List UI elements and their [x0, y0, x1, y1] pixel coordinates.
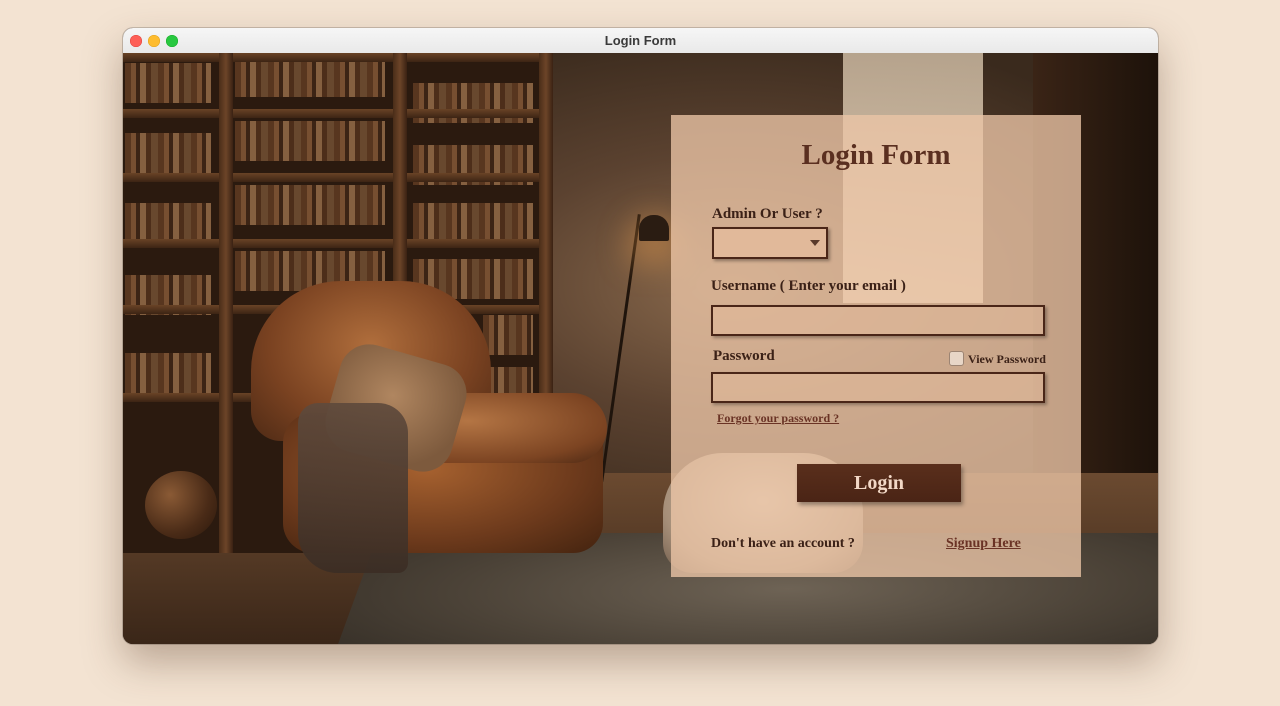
role-dropdown[interactable]	[712, 227, 828, 259]
login-button[interactable]: Login	[797, 464, 961, 502]
signup-link[interactable]: Signup Here	[946, 536, 1021, 552]
window-title: Login Form	[604, 33, 677, 48]
library-background-image: Login Form Admin Or User ? Username ( En…	[123, 53, 1158, 644]
book-row	[235, 121, 385, 161]
username-label: Username ( Enter your email )	[711, 278, 906, 294]
role-label: Admin Or User ?	[712, 206, 823, 222]
shelf-board	[123, 53, 553, 62]
chevron-down-icon	[810, 240, 820, 246]
form-title: Login Form	[801, 139, 951, 171]
password-input[interactable]	[711, 372, 1045, 403]
book-row	[483, 315, 533, 355]
decorative-pot	[145, 471, 217, 539]
book-row	[413, 203, 533, 243]
view-password-label: View Password	[968, 352, 1046, 366]
lamp-shade	[639, 215, 669, 241]
book-row	[125, 63, 211, 103]
shelf-board	[123, 239, 553, 248]
book-row	[125, 203, 211, 243]
no-account-text: Don't have an account ?	[711, 536, 855, 551]
book-row	[125, 133, 211, 173]
app-window: Login Form Login Form Admin Or User ? Us…	[123, 28, 1158, 644]
password-label: Password	[713, 348, 775, 364]
view-password-checkbox[interactable]	[949, 351, 964, 366]
username-input[interactable]	[711, 305, 1045, 336]
book-row	[235, 57, 385, 97]
forgot-password-link[interactable]: Forgot your password ?	[717, 411, 839, 426]
shelf-board	[123, 109, 553, 118]
login-form-panel: Login Form Admin Or User ? Username ( En…	[671, 115, 1081, 577]
book-row	[125, 353, 211, 393]
title-bar: Login Form	[123, 28, 1158, 54]
shelf-post	[219, 53, 233, 553]
throw-blanket	[298, 403, 408, 573]
shelf-board	[123, 173, 553, 182]
book-row	[235, 185, 385, 225]
